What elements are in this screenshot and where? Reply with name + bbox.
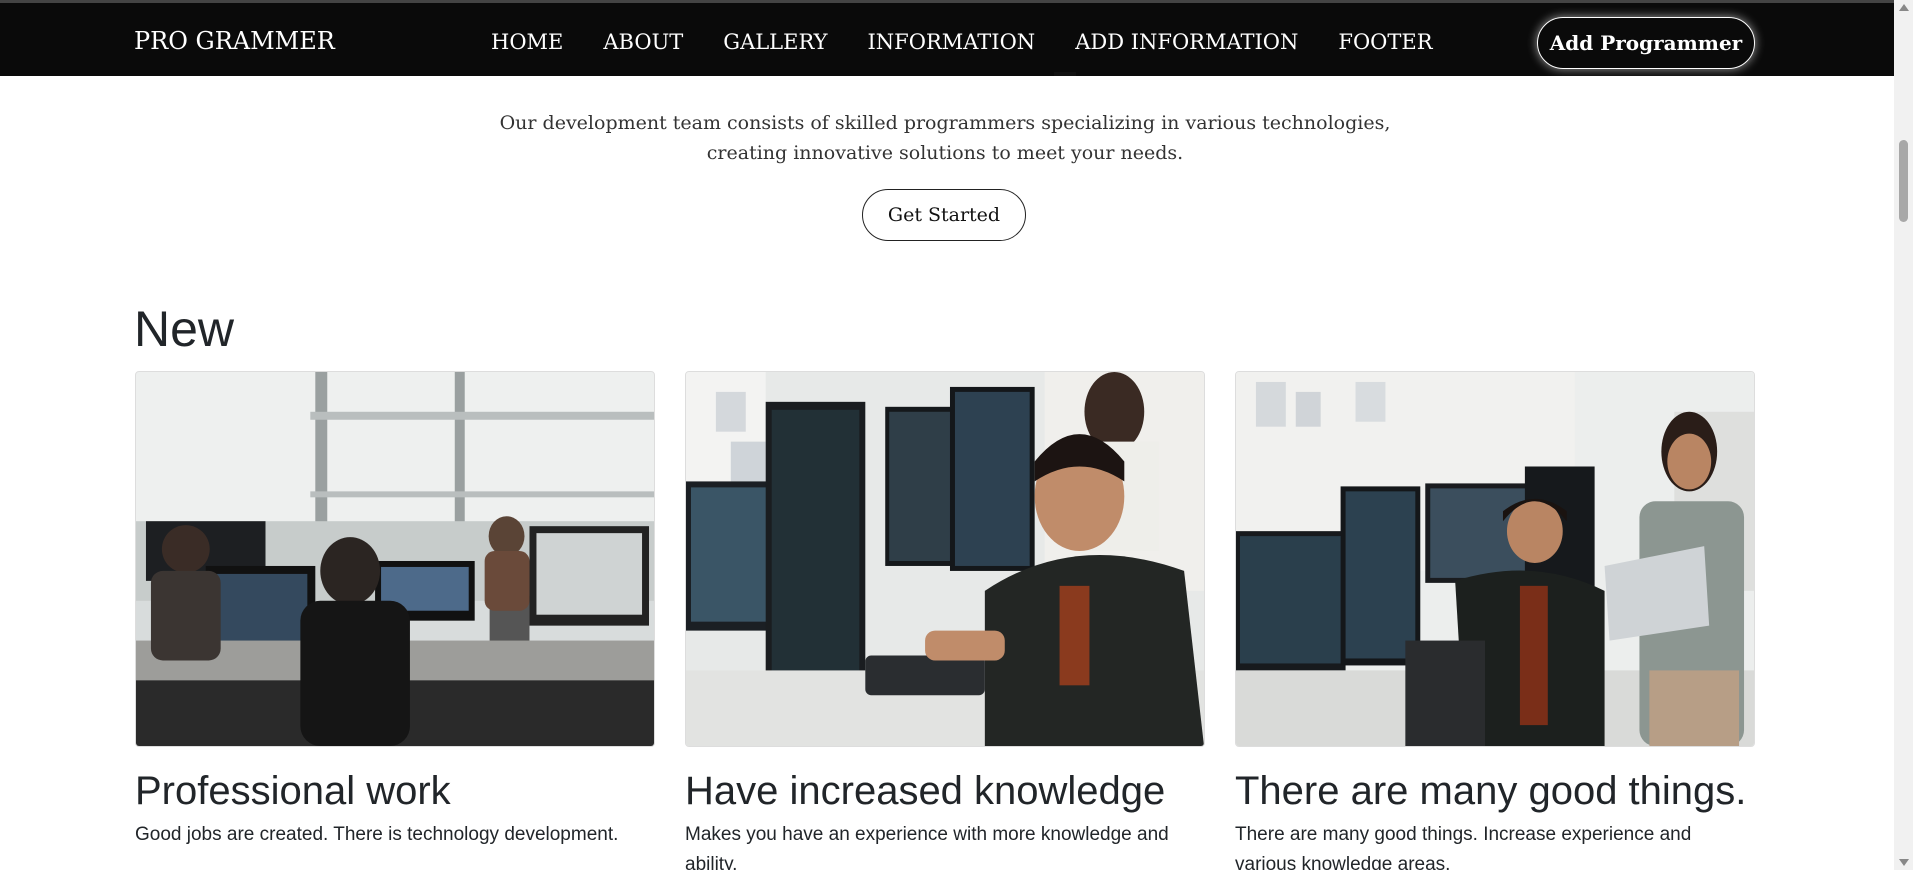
get-started-button[interactable]: Get Started bbox=[862, 189, 1026, 241]
page-scrollbar[interactable] bbox=[1894, 0, 1913, 870]
hero-heading-fragment bbox=[1054, 72, 1076, 76]
hero-description: Our development team consists of skilled… bbox=[480, 108, 1410, 168]
nav-links: HOME ABOUT GALLERY INFORMATION ADD INFOR… bbox=[491, 30, 1433, 54]
card-title: Have increased knowledge bbox=[685, 769, 1166, 813]
hero-description-line-2: creating innovative solutions to meet yo… bbox=[706, 142, 1184, 164]
card-title: There are many good things. bbox=[1235, 769, 1747, 813]
scroll-thumb[interactable] bbox=[1899, 140, 1908, 222]
brand-logo[interactable]: PRO GRAMMER bbox=[134, 27, 335, 55]
scroll-down-arrow-icon[interactable] bbox=[1899, 859, 1909, 866]
section-title: New bbox=[134, 301, 235, 357]
nav-link-gallery[interactable]: GALLERY bbox=[723, 30, 827, 54]
add-programmer-button[interactable]: Add Programmer bbox=[1537, 17, 1755, 69]
developer-coding-photo-icon bbox=[685, 371, 1205, 747]
card-many-good-things: There are many good things. There are ma… bbox=[1235, 371, 1755, 870]
nav-link-home[interactable]: HOME bbox=[491, 30, 563, 54]
card-text: There are many good things. Increase exp… bbox=[1235, 824, 1692, 870]
navbar: PRO GRAMMER HOME ABOUT GALLERY INFORMATI… bbox=[0, 0, 1894, 76]
hero-description-line-1: Our development team consists of skilled… bbox=[499, 112, 1391, 134]
card-increased-knowledge: Have increased knowledge Makes you have … bbox=[685, 371, 1205, 870]
nav-link-footer[interactable]: FOOTER bbox=[1338, 30, 1432, 54]
office-programmers-photo-icon bbox=[135, 371, 655, 747]
card-professional-work: Professional work Good jobs are created.… bbox=[135, 371, 655, 850]
card-title: Professional work bbox=[135, 769, 451, 813]
card-text: Makes you have an experience with more k… bbox=[685, 824, 1169, 870]
nav-link-information[interactable]: INFORMATION bbox=[868, 30, 1036, 54]
card-text: Good jobs are created. There is technolo… bbox=[135, 824, 619, 845]
team-laptop-photo-icon bbox=[1235, 371, 1755, 747]
nav-link-about[interactable]: ABOUT bbox=[603, 30, 683, 54]
scroll-up-arrow-icon[interactable] bbox=[1899, 4, 1909, 11]
nav-link-add-information[interactable]: ADD INFORMATION bbox=[1075, 30, 1298, 54]
